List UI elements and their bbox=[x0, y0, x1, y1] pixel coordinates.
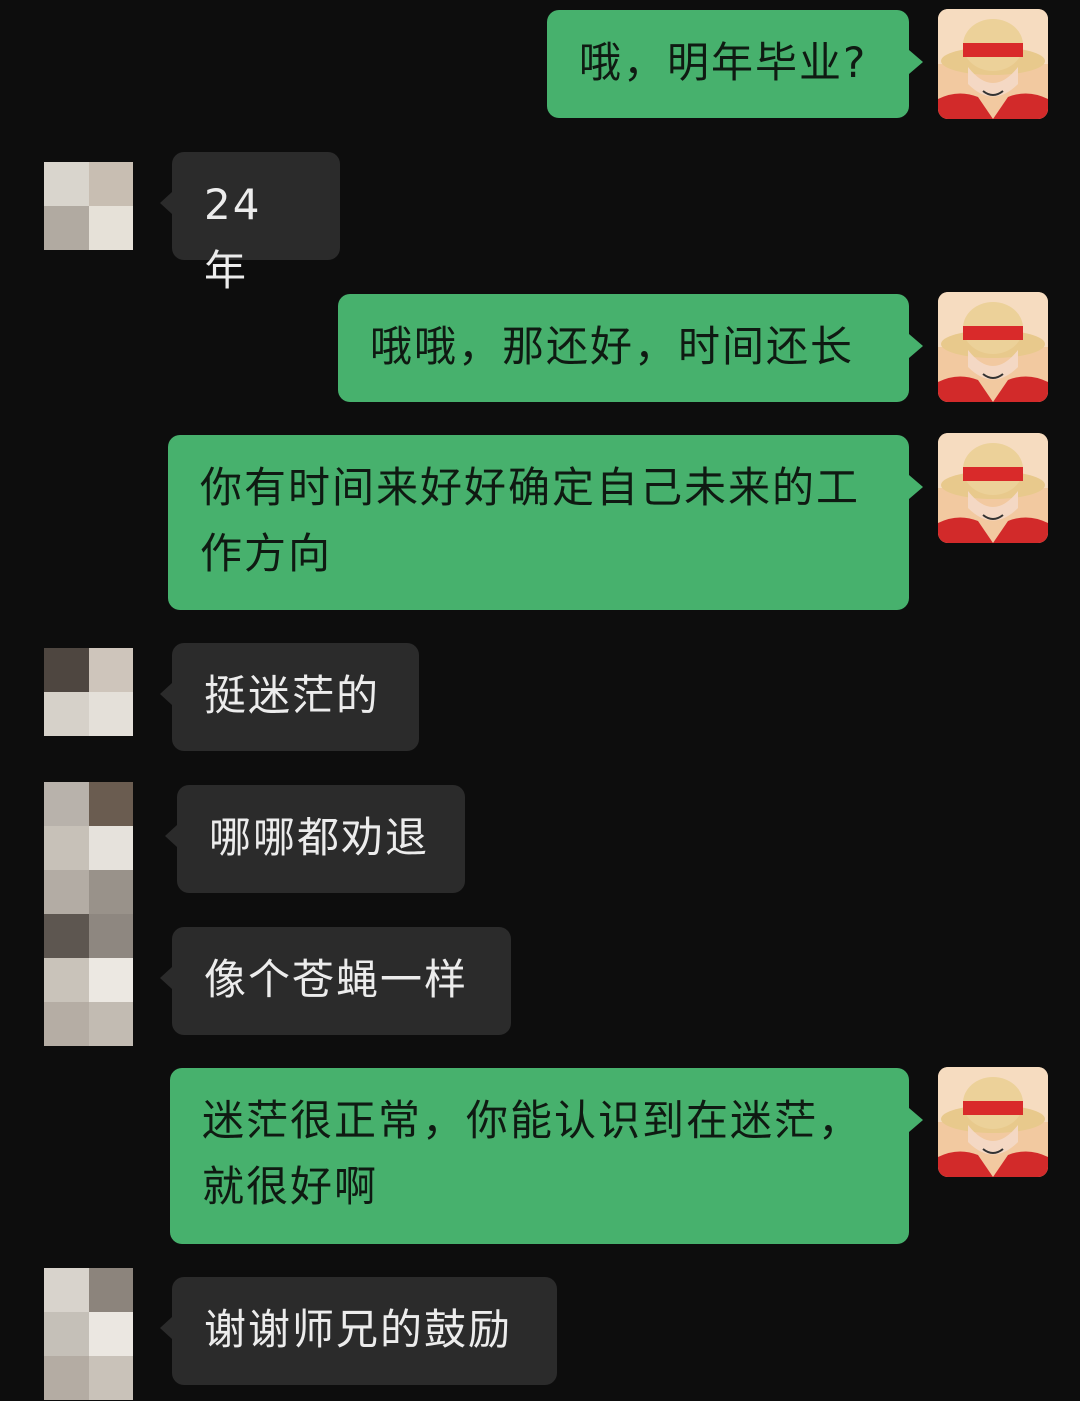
message-text: 哪哪都劝退 bbox=[209, 813, 430, 862]
message-bubble-sent[interactable]: 迷茫很正常，你能认识到在迷茫， 就很好啊 bbox=[170, 1068, 923, 1244]
message-bubble-received[interactable]: 像个苍蝇一样 bbox=[160, 927, 511, 1035]
message-text: 哦哦，那还好，时间还长 bbox=[370, 322, 855, 371]
my-avatar-icon[interactable] bbox=[938, 1067, 1048, 1177]
message-bubble-sent[interactable]: 你有时间来好好确定自己未来的工 作方向 bbox=[168, 435, 923, 610]
contact-avatar-icon[interactable] bbox=[44, 162, 133, 250]
message-text: 像个苍蝇一样 bbox=[204, 955, 469, 1004]
message-text: 谢谢师兄的鼓励 bbox=[204, 1305, 513, 1354]
message-bubble-sent[interactable]: 哦哦，那还好，时间还长 bbox=[338, 294, 923, 402]
message-text-line: 作方向 bbox=[200, 529, 333, 578]
contact-avatar-icon[interactable] bbox=[44, 782, 133, 1046]
message-text: 挺迷茫的 bbox=[204, 671, 381, 720]
message-bubble-received[interactable]: 谢谢师兄的鼓励 bbox=[160, 1277, 557, 1385]
message-bubble-received[interactable]: 24 年 bbox=[160, 152, 340, 295]
message-text-line: 迷茫很正常，你能认识到在迷茫， bbox=[202, 1096, 863, 1145]
contact-avatar-icon[interactable] bbox=[44, 1268, 133, 1400]
message-bubble-received[interactable]: 挺迷茫的 bbox=[160, 643, 419, 751]
my-avatar-icon[interactable] bbox=[938, 433, 1048, 543]
my-avatar-icon[interactable] bbox=[938, 292, 1048, 402]
message-text: 24 年 bbox=[204, 180, 262, 295]
message-text-line: 就很好啊 bbox=[202, 1162, 379, 1211]
message-text-line: 你有时间来好好确定自己未来的工 bbox=[200, 463, 861, 512]
message-bubble-received[interactable]: 哪哪都劝退 bbox=[165, 785, 465, 893]
message-bubble-sent[interactable]: 哦，明年毕业? bbox=[547, 10, 923, 118]
message-text: 哦，明年毕业? bbox=[579, 38, 868, 87]
my-avatar-icon[interactable] bbox=[938, 9, 1048, 119]
contact-avatar-icon[interactable] bbox=[44, 648, 133, 736]
